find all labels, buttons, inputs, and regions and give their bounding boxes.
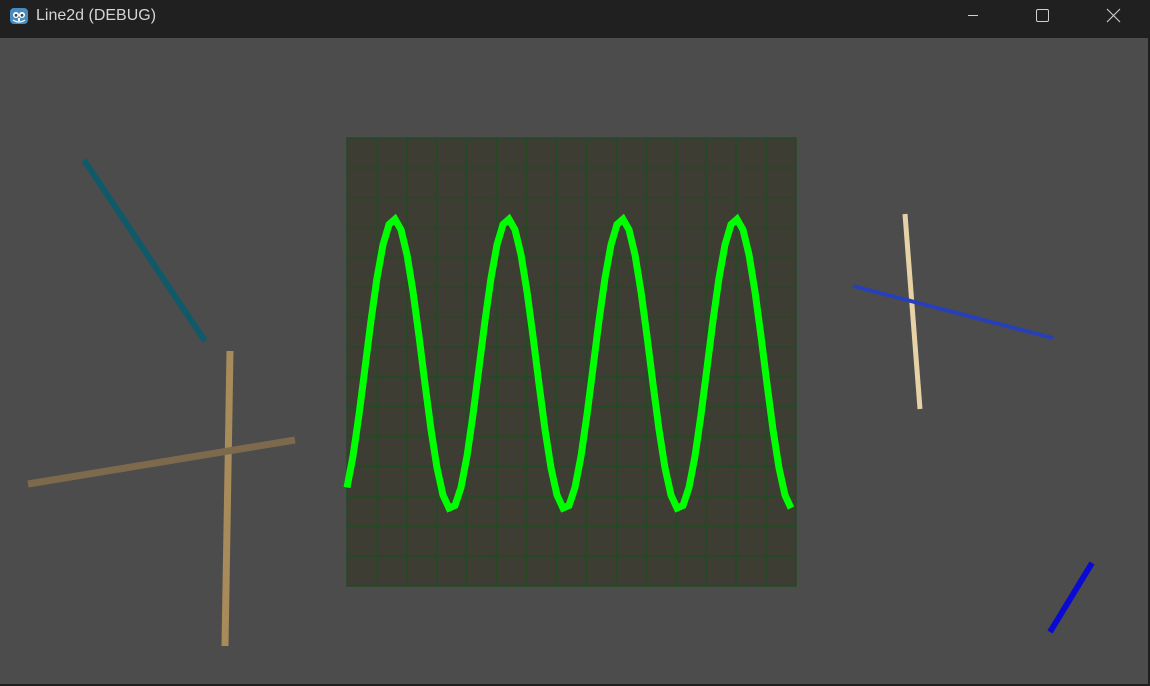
dark-blue-line — [1047, 561, 1095, 634]
tan-vertical-line — [221, 350, 234, 647]
window-title: Line2d (DEBUG) — [36, 7, 157, 24]
maximize-icon — [1036, 9, 1049, 22]
godot-icon — [9, 6, 29, 26]
game-viewport[interactable] — [0, 38, 1148, 684]
brown-line — [27, 436, 296, 488]
close-icon — [1106, 8, 1121, 23]
minimize-button[interactable] — [938, 0, 1008, 32]
minimize-icon — [968, 15, 978, 16]
teal-line — [81, 158, 208, 343]
cream-line — [902, 213, 923, 410]
close-button[interactable] — [1077, 0, 1147, 32]
blue-line — [852, 284, 1054, 340]
maximize-button[interactable] — [1007, 0, 1077, 32]
app-window: Line2d (DEBUG) — [0, 0, 1150, 686]
scene-canvas[interactable] — [0, 38, 1148, 684]
grid-background — [346, 137, 797, 587]
title-bar[interactable]: Line2d (DEBUG) — [0, 0, 1150, 38]
